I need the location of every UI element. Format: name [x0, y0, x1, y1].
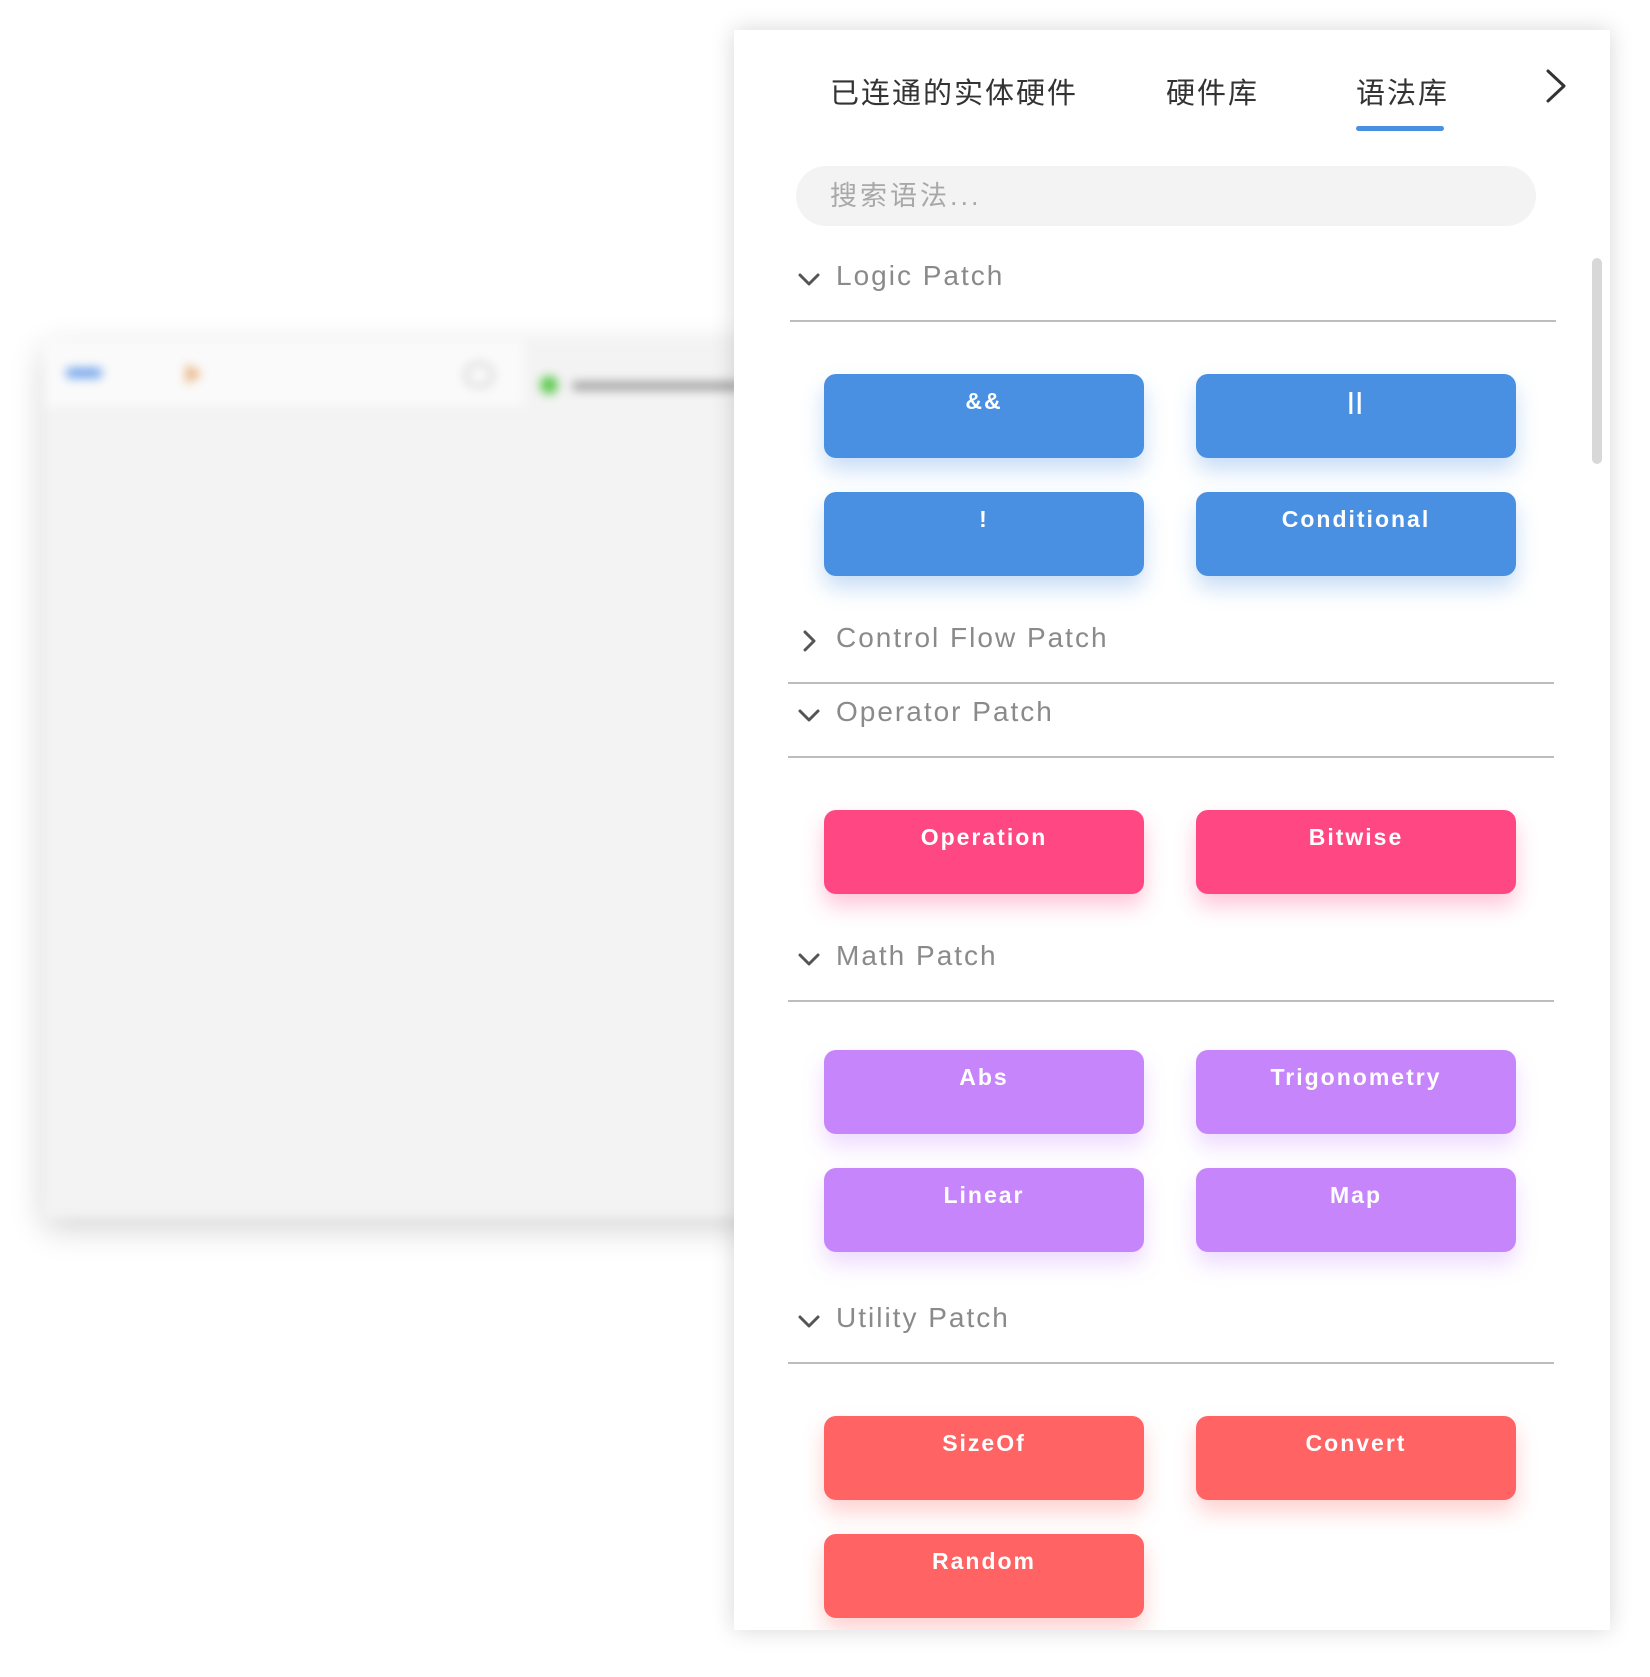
chevron-right-icon — [796, 628, 822, 654]
active-tab-indicator — [1356, 126, 1444, 131]
section-divider — [788, 682, 1554, 684]
chevron-down-icon — [796, 266, 822, 292]
patch-button-abs[interactable]: Abs — [824, 1050, 1144, 1134]
panel-scrollbar[interactable] — [1592, 258, 1602, 464]
connection-status-icon — [540, 376, 558, 394]
library-panel: 已连通的实体硬件 硬件库 语法库 Logic Patch && || ! Con… — [734, 30, 1610, 1630]
chevron-right-icon[interactable] — [1540, 68, 1570, 104]
gear-icon — [464, 362, 494, 388]
grammar-search-input[interactable] — [796, 166, 1536, 226]
background-menu-icon — [66, 368, 102, 378]
section-header-utility[interactable]: Utility Patch — [790, 1300, 1558, 1350]
tab-grammar-library[interactable]: 语法库 — [1356, 70, 1449, 112]
section-title-control-flow: Control Flow Patch — [836, 622, 1109, 653]
section-divider — [788, 1000, 1554, 1002]
section-header-logic[interactable]: Logic Patch — [790, 258, 1558, 308]
play-icon — [186, 364, 202, 384]
section-header-control-flow[interactable]: Control Flow Patch — [790, 620, 1558, 670]
chevron-down-icon — [796, 702, 822, 728]
patch-button-conditional[interactable]: Conditional — [1196, 492, 1516, 576]
chevron-down-icon — [796, 946, 822, 972]
tab-connected-hardware[interactable]: 已连通的实体硬件 — [830, 70, 1078, 112]
background-toolbar — [44, 340, 524, 406]
section-header-operator[interactable]: Operator Patch — [790, 694, 1558, 744]
patch-button-operation[interactable]: Operation — [824, 810, 1144, 894]
tab-hardware-library[interactable]: 硬件库 — [1166, 70, 1259, 112]
patch-button-map[interactable]: Map — [1196, 1168, 1516, 1252]
connection-status-text — [572, 382, 742, 390]
patch-button-convert[interactable]: Convert — [1196, 1416, 1516, 1500]
section-divider — [788, 1362, 1554, 1364]
section-title-operator: Operator Patch — [836, 696, 1054, 727]
chevron-down-icon — [796, 1308, 822, 1334]
patch-button-random[interactable]: Random — [824, 1534, 1144, 1618]
patch-button-and[interactable]: && — [824, 374, 1144, 458]
section-divider — [790, 320, 1556, 322]
section-title-utility: Utility Patch — [836, 1302, 1010, 1333]
background-editor-window — [44, 340, 764, 1218]
section-divider — [788, 756, 1554, 758]
patch-button-not[interactable]: ! — [824, 492, 1144, 576]
patch-button-trigonometry[interactable]: Trigonometry — [1196, 1050, 1516, 1134]
patch-button-or[interactable]: || — [1196, 374, 1516, 458]
section-title-math: Math Patch — [836, 940, 998, 971]
section-title-logic: Logic Patch — [836, 260, 1005, 291]
patch-button-linear[interactable]: Linear — [824, 1168, 1144, 1252]
patch-button-sizeof[interactable]: SizeOf — [824, 1416, 1144, 1500]
tab-bar: 已连通的实体硬件 硬件库 语法库 — [734, 30, 1610, 140]
section-header-math[interactable]: Math Patch — [790, 938, 1558, 988]
patch-button-bitwise[interactable]: Bitwise — [1196, 810, 1516, 894]
